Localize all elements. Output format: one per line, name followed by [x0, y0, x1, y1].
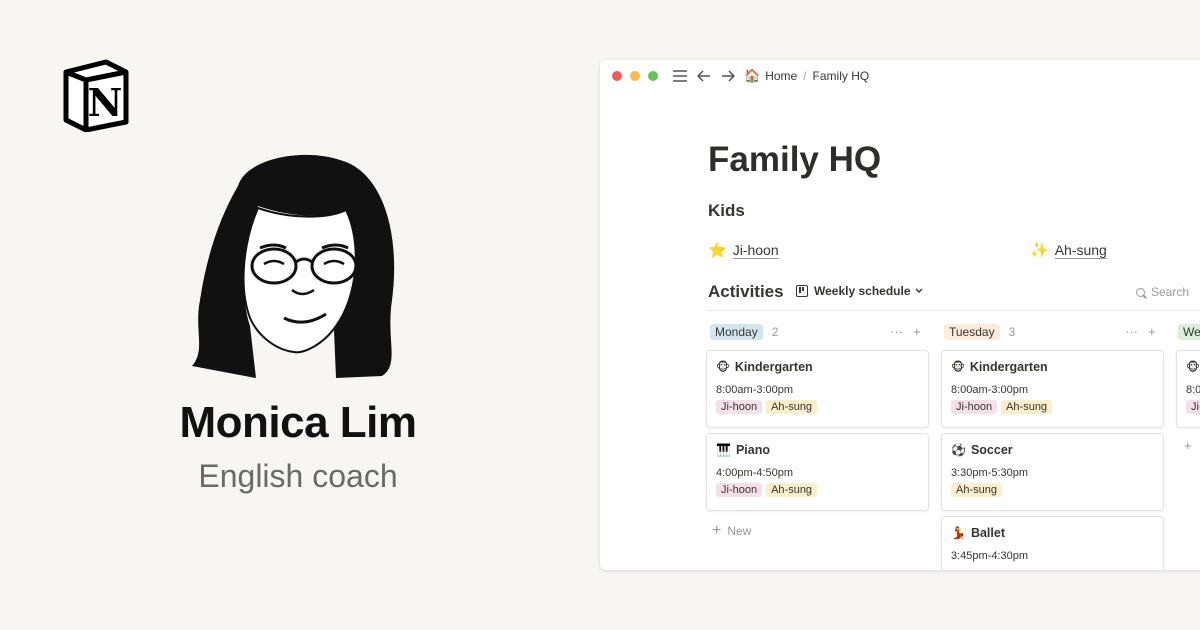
column-actions: ··· +: [880, 324, 921, 339]
card-time: 3:30pm-5:30pm: [951, 467, 1029, 479]
card-time: 3:45pm-4:30pm: [951, 550, 1029, 562]
search-icon: [1136, 287, 1145, 297]
kid-name: Ah-sung: [1054, 241, 1107, 259]
column-count: 2: [771, 325, 779, 339]
add-icon[interactable]: +: [913, 324, 921, 339]
view-switcher[interactable]: Weekly schedule: [796, 284, 923, 298]
more-icon[interactable]: ···: [1125, 324, 1138, 339]
day-tag[interactable]: Monday: [710, 324, 763, 340]
kid-tag: Ah-sung: [766, 400, 818, 414]
column-header-wednesday: We: [1178, 324, 1200, 340]
activities-heading: Activities: [708, 282, 784, 301]
card-title: Ballet: [970, 526, 1005, 540]
piano-icon: 🎹: [716, 443, 731, 457]
view-label: Weekly schedule: [814, 284, 911, 298]
card-time: 4:00pm-4:50pm: [716, 467, 794, 479]
card-title: Piano: [735, 443, 770, 457]
forward-arrow-icon[interactable]: [718, 66, 738, 86]
activity-card[interactable]: ⚽ Soccer 3:30pm-5:30pm Ah-sung: [941, 433, 1164, 511]
new-card-button[interactable]: + New: [712, 522, 751, 540]
page-title[interactable]: Family HQ: [708, 140, 881, 180]
avatar: [192, 154, 395, 378]
soccer-ball-icon: ⚽: [951, 443, 966, 457]
app-window: 🏠 Home / Family HQ Family HQ Kids ⭐ Ji-h…: [600, 60, 1200, 570]
minimize-window-button[interactable]: [630, 71, 640, 81]
activity-card[interactable]: 🎹 Piano 4:00pm-4:50pm Ji-hoon Ah-sung: [706, 433, 929, 511]
close-window-button[interactable]: [612, 71, 622, 81]
search-label: Search: [1151, 285, 1190, 299]
kid-tag: Ah-sung: [951, 483, 1002, 497]
logo-letter: N: [88, 80, 123, 125]
profile-name: Monica Lim: [179, 398, 417, 447]
kid-tag: Ah-sung: [1001, 400, 1053, 414]
card-title: Kindergarten: [734, 360, 813, 374]
activity-card[interactable]: 💃 Ballet 3:45pm-4:30pm: [941, 516, 1164, 570]
plus-icon: +: [712, 522, 722, 539]
breadcrumb-separator: /: [803, 69, 807, 83]
more-icon[interactable]: ···: [890, 324, 903, 339]
kid-name: Ji-hoon: [732, 241, 779, 259]
board-view-icon: [796, 285, 808, 297]
card-title: Kindergarten: [969, 360, 1048, 374]
kid-tag: Ji-: [1186, 400, 1200, 414]
day-tag[interactable]: We: [1178, 324, 1200, 340]
kid-link-ji-hoon[interactable]: ⭐ Ji-hoon: [708, 241, 779, 259]
house-icon: 🏠: [744, 68, 761, 83]
monkey-icon: 🐵: [1186, 360, 1200, 374]
activity-card[interactable]: 🐵 Kindergarten 8:00am-3:00pm Ji-hoon Ah-s…: [941, 350, 1164, 428]
new-label: New: [727, 524, 752, 538]
monkey-icon: 🐵: [951, 360, 965, 374]
card-title: Soccer: [970, 443, 1013, 457]
menu-icon[interactable]: [670, 66, 690, 86]
search-button[interactable]: Search: [1136, 285, 1189, 299]
column-actions: ··· +: [1115, 324, 1156, 339]
breadcrumb-home[interactable]: Home: [765, 69, 797, 83]
column-header-monday: Monday 2: [710, 324, 778, 340]
add-icon[interactable]: +: [1148, 324, 1156, 339]
maximize-window-button[interactable]: [648, 71, 658, 81]
notion-logo-icon: N: [63, 59, 129, 132]
activity-card[interactable]: 🐵 Kindergarten 8:00am-3:00pm Ji-hoon Ah-s…: [706, 350, 929, 428]
column-header-tuesday: Tuesday 3: [944, 324, 1015, 340]
breadcrumb-page[interactable]: Family HQ: [813, 69, 870, 83]
kids-heading: Kids: [708, 201, 745, 220]
kid-tag: Ji-hoon: [951, 400, 998, 414]
title-bar: 🏠 Home / Family HQ: [600, 60, 1200, 92]
profile-role: English coach: [198, 458, 398, 494]
star-icon: ⭐: [708, 242, 727, 259]
kid-tag: Ji-hoon: [716, 400, 763, 414]
card-time: 8:0: [1186, 384, 1200, 396]
kid-tag: Ah-sung: [766, 483, 818, 497]
day-tag[interactable]: Tuesday: [944, 324, 1000, 340]
card-time: 8:00am-3:00pm: [716, 384, 794, 396]
kid-tag: Ji-hoon: [716, 483, 763, 497]
add-icon[interactable]: +: [1184, 438, 1192, 453]
monkey-icon: 🐵: [716, 360, 730, 374]
divider: [706, 310, 1200, 311]
column-count: 3: [1008, 325, 1016, 339]
card-time: 8:00am-3:00pm: [951, 384, 1029, 396]
column-add: +: [1174, 438, 1192, 453]
activity-card[interactable]: 🐵 8:0 Ji-: [1176, 350, 1200, 428]
back-arrow-icon[interactable]: [694, 66, 714, 86]
dancer-icon: 💃: [951, 526, 966, 540]
chevron-down-icon: [915, 286, 923, 296]
sparkles-icon: ✨: [1030, 242, 1049, 259]
breadcrumb: 🏠 Home / Family HQ: [744, 68, 869, 84]
kid-link-ah-sung[interactable]: ✨ Ah-sung: [1030, 241, 1107, 259]
